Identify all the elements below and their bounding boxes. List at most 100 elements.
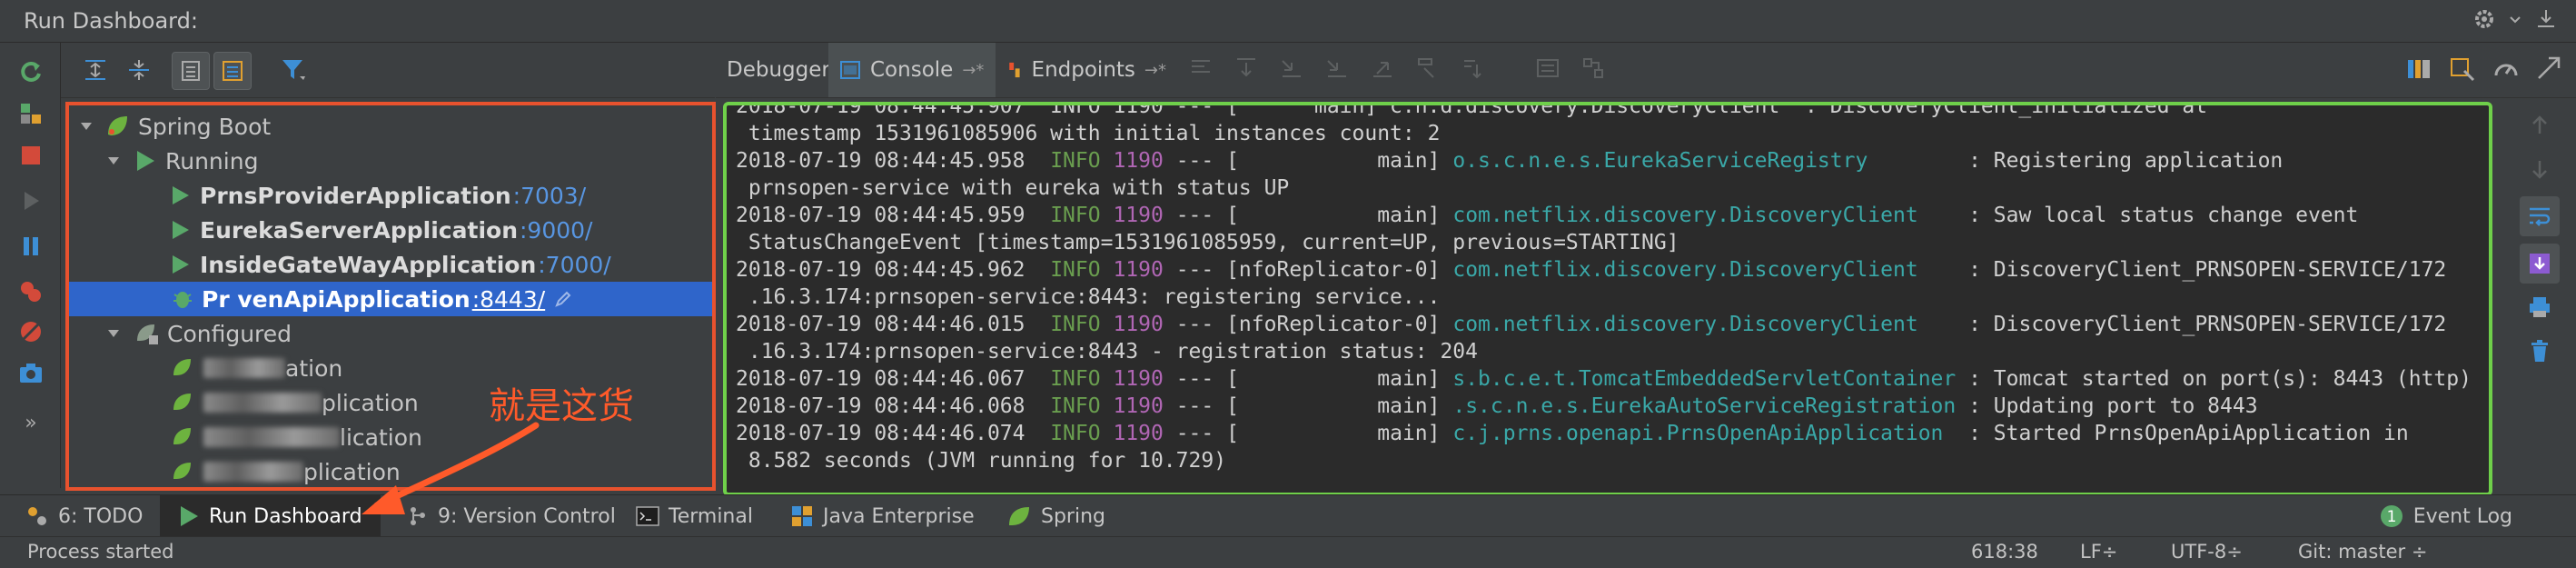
log-logger: com.netflix.discovery.DiscoveryClient bbox=[1452, 258, 1957, 282]
app-port-link[interactable]: :7003/ bbox=[513, 183, 586, 209]
force-step-into-icon[interactable] bbox=[1324, 55, 1350, 81]
stop-button[interactable] bbox=[15, 139, 47, 172]
tab-version-control[interactable]: 9: Version Control bbox=[407, 495, 616, 537]
step-out-icon[interactable] bbox=[1370, 55, 1395, 81]
gauge-icon[interactable] bbox=[2492, 55, 2520, 83]
restore-icon[interactable] bbox=[2536, 55, 2563, 83]
restore-layout-icon[interactable] bbox=[2405, 55, 2432, 83]
log-pid: 1190 bbox=[1113, 367, 1164, 391]
pause-button[interactable] bbox=[15, 230, 47, 263]
java-enterprise-icon bbox=[792, 506, 812, 526]
spring-boot-icon bbox=[173, 359, 191, 375]
caret-down-icon[interactable] bbox=[105, 325, 122, 342]
caret-down-icon[interactable] bbox=[78, 118, 94, 135]
app-port-link[interactable]: :7000/ bbox=[538, 252, 610, 278]
tree-node-configured[interactable]: Configured bbox=[69, 316, 712, 351]
more-button[interactable]: » bbox=[15, 406, 47, 439]
tab-label: Event Log bbox=[2413, 504, 2512, 528]
camera-button[interactable] bbox=[15, 357, 47, 390]
tab-spring[interactable]: Spring bbox=[1006, 495, 1105, 537]
group-icon bbox=[182, 61, 200, 81]
tab-label: 6: TODO bbox=[58, 504, 144, 528]
print-button[interactable] bbox=[2523, 291, 2556, 324]
scroll-down-button[interactable] bbox=[2523, 153, 2556, 185]
tab-java-enterprise[interactable]: Java Enterprise bbox=[790, 495, 975, 537]
tab-endpoints[interactable]: Endpoints →* bbox=[996, 43, 1177, 97]
tab-run-dashboard[interactable]: Run Dashboard bbox=[160, 495, 381, 537]
run-disabled-button[interactable] bbox=[15, 184, 47, 217]
tab-console[interactable]: Console →* bbox=[828, 43, 996, 97]
run-to-cursor-icon[interactable] bbox=[1461, 55, 1486, 81]
tree-node-app[interactable]: PrnsProviderApplication :7003/ bbox=[69, 178, 712, 213]
settings-icon[interactable] bbox=[2472, 7, 2496, 31]
expand-all-button[interactable] bbox=[77, 52, 114, 88]
evaluate-expression-icon[interactable] bbox=[1535, 55, 1560, 81]
tree-node-spring-boot[interactable]: Spring Boot bbox=[69, 109, 712, 144]
chevron-down-icon[interactable] bbox=[2509, 7, 2522, 31]
run-icon bbox=[173, 255, 189, 274]
caret-position[interactable]: 618:38 bbox=[1971, 541, 2038, 563]
tree-node-app-selected[interactable]: Pr venApiApplication :8443/ bbox=[69, 282, 712, 316]
rerun-button[interactable] bbox=[15, 55, 47, 88]
app-name: InsideGateWayApplication bbox=[200, 251, 537, 278]
log-msg: : Saw local status change event bbox=[1956, 204, 2359, 227]
log-pid: 1190 bbox=[1113, 394, 1164, 418]
camera-icon bbox=[20, 364, 42, 383]
pause-icon bbox=[24, 237, 38, 255]
tree-node-app[interactable]: EurekaServerApplication :9000/ bbox=[69, 213, 712, 247]
drop-frame-icon[interactable] bbox=[1415, 55, 1441, 81]
hide-icon[interactable] bbox=[2534, 7, 2558, 31]
filter-button[interactable] bbox=[275, 52, 312, 88]
log-pid: 1190 bbox=[1113, 149, 1164, 173]
tree-node-config-item[interactable]: plication bbox=[69, 454, 712, 487]
filter-icon bbox=[282, 60, 305, 80]
tab-label: Endpoints bbox=[1031, 58, 1135, 82]
group-by-type-button[interactable] bbox=[172, 52, 210, 90]
mute-breakpoints-button[interactable] bbox=[15, 315, 47, 348]
line-separator[interactable]: LF÷ bbox=[2080, 541, 2117, 563]
app-port-link[interactable]: :9000/ bbox=[520, 217, 592, 244]
tab-terminal[interactable]: Terminal bbox=[636, 495, 753, 537]
log-lvl: INFO bbox=[1050, 394, 1101, 418]
trace-icon[interactable] bbox=[1580, 55, 1606, 81]
log-mid: --- [ main] bbox=[1163, 204, 1453, 227]
file-encoding[interactable]: UTF-8÷ bbox=[2171, 541, 2243, 563]
rerun-failed-button[interactable] bbox=[15, 97, 47, 130]
vcs-icon bbox=[411, 507, 425, 525]
tree-node-running[interactable]: Running bbox=[69, 144, 712, 178]
log-mid: --- [nfoReplicator-0] bbox=[1163, 313, 1453, 336]
stop-icon bbox=[22, 146, 40, 164]
tree-label: Configured bbox=[167, 320, 292, 347]
layout-settings-icon[interactable] bbox=[2449, 55, 2476, 83]
run-icon bbox=[173, 186, 189, 204]
tree-node-app[interactable]: InsideGateWayApplication :7000/ bbox=[69, 247, 712, 282]
step-into-icon[interactable] bbox=[1279, 55, 1304, 81]
app-port-link[interactable]: :8443/ bbox=[472, 286, 545, 313]
tree-label: Spring Boot bbox=[138, 113, 272, 140]
git-branch[interactable]: Git: master ÷ bbox=[2298, 541, 2427, 563]
tab-todo[interactable]: 6: TODO bbox=[25, 495, 143, 537]
group-by-config-button[interactable] bbox=[213, 52, 252, 90]
console-output[interactable]: 2018-07-19 08:44:45.907 INFO 1190 --- [ … bbox=[723, 102, 2492, 496]
collapse-all-button[interactable] bbox=[121, 52, 157, 88]
clear-all-button[interactable] bbox=[2523, 334, 2556, 367]
edit-pencil-icon[interactable] bbox=[554, 290, 572, 308]
log-pid: 1190 bbox=[1113, 204, 1164, 227]
view-breakpoints-button[interactable] bbox=[15, 275, 47, 308]
todo-icon bbox=[28, 507, 46, 525]
show-execution-point-icon[interactable] bbox=[1188, 55, 1214, 81]
config-item-suffix: plication bbox=[322, 389, 419, 416]
step-over-icon[interactable] bbox=[1234, 55, 1259, 81]
tab-event-log[interactable]: 1 Event Log bbox=[2379, 495, 2512, 537]
scroll-to-end-button[interactable] bbox=[2520, 244, 2560, 284]
soft-wrap-button[interactable] bbox=[2520, 196, 2560, 236]
scroll-up-button[interactable] bbox=[2523, 109, 2556, 142]
console-line: 2018-07-19 08:44:46.015 INFO 1190 --- [n… bbox=[736, 313, 2446, 340]
caret-down-icon[interactable] bbox=[105, 153, 122, 169]
tab-debugger[interactable]: Debugger bbox=[716, 43, 830, 97]
config-item-suffix: ation bbox=[285, 354, 343, 382]
